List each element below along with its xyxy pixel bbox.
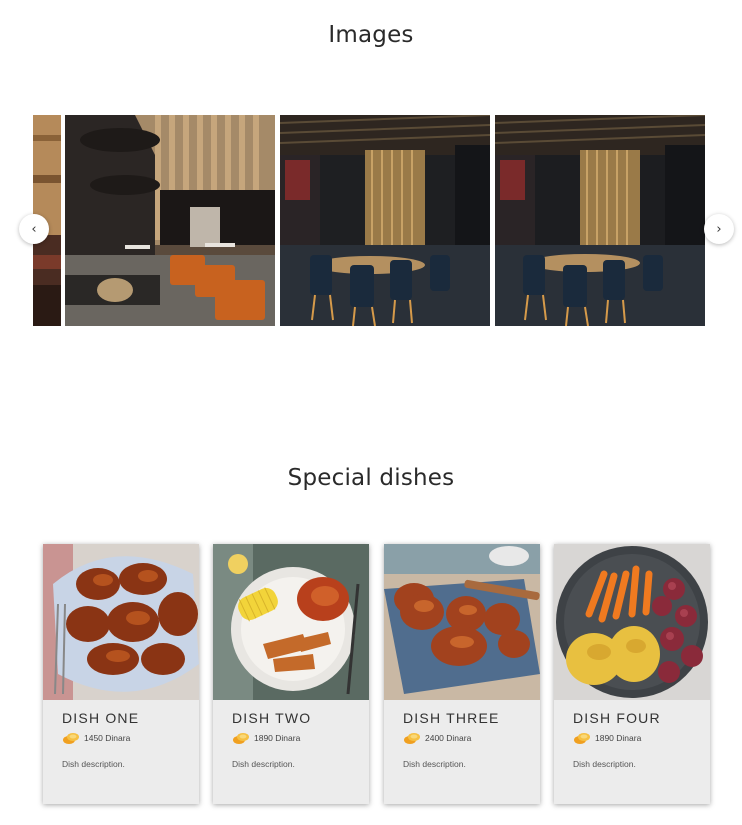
dish-image — [554, 544, 710, 700]
dish-price: 2400 Dinara — [425, 733, 472, 743]
dish-price: 1890 Dinara — [595, 733, 642, 743]
dish-price: 1450 Dinara — [84, 733, 131, 743]
dish-card[interactable]: DISH THREE 2400 Dinara Dish description. — [384, 544, 540, 804]
coins-icon — [403, 731, 421, 745]
coins-icon — [62, 731, 80, 745]
dish-description: Dish description. — [573, 759, 636, 769]
dish-name: DISH FOUR — [573, 710, 661, 726]
dish-description: Dish description. — [403, 759, 466, 769]
dish-description: Dish description. — [232, 759, 295, 769]
carousel-image — [65, 115, 275, 326]
carousel-image — [280, 115, 490, 326]
dish-card-list: DISH ONE 1450 Dinara Dish description. D… — [43, 544, 711, 804]
carousel-prev-button[interactable]: ‹ — [19, 214, 49, 244]
dish-name: DISH THREE — [403, 710, 500, 726]
dish-price: 1890 Dinara — [254, 733, 301, 743]
dish-name: DISH TWO — [232, 710, 312, 726]
image-carousel[interactable] — [33, 115, 705, 326]
dish-card[interactable]: DISH ONE 1450 Dinara Dish description. — [43, 544, 199, 804]
dishes-section-title: Special dishes — [287, 465, 455, 491]
dish-card[interactable]: DISH TWO 1890 Dinara Dish description. — [213, 544, 369, 804]
images-section-title: Images — [328, 22, 414, 48]
carousel-image — [495, 115, 705, 326]
dish-description: Dish description. — [62, 759, 125, 769]
coins-icon — [232, 731, 250, 745]
dish-image — [384, 544, 540, 700]
dish-name: DISH ONE — [62, 710, 140, 726]
page: Images ‹ › Special dishes DISH ONE 1450 … — [0, 0, 742, 825]
carousel-next-button[interactable]: › — [704, 214, 734, 244]
coins-icon — [573, 731, 591, 745]
dish-image — [213, 544, 369, 700]
dish-card[interactable]: DISH FOUR 1890 Dinara Dish description. — [554, 544, 710, 804]
dish-image — [43, 544, 199, 700]
